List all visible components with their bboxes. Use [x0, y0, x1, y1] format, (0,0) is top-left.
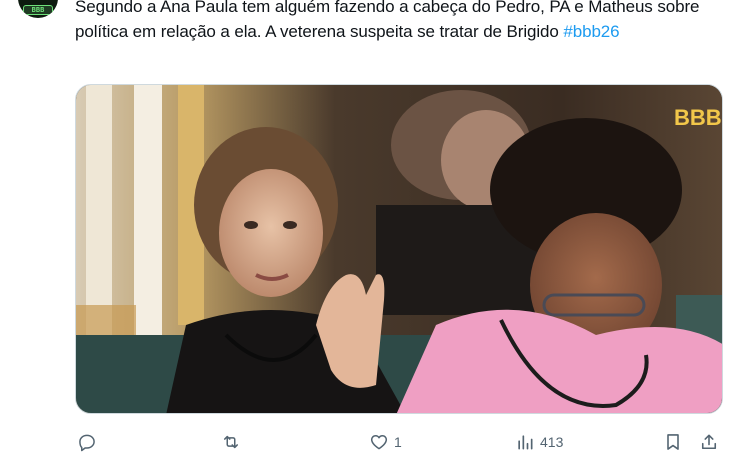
views-icon [518, 435, 533, 450]
reply-button[interactable] [77, 428, 97, 456]
retweet-button[interactable] [221, 428, 241, 456]
share-icon [701, 434, 717, 450]
avatar-logo: BBB [23, 5, 53, 15]
hashtag-link[interactable]: #bbb26 [563, 22, 619, 41]
views-button[interactable]: 413 [515, 428, 563, 456]
media-image: BBB [76, 85, 722, 413]
like-count: 1 [394, 434, 402, 450]
bookmark-button[interactable] [663, 428, 683, 456]
bookmark-icon [667, 434, 679, 450]
tweet-actions: 1 413 [75, 428, 723, 456]
bbb-watermark: BBB [674, 105, 722, 130]
tweet-text: Segundo a Ana Paula tem alguém fazendo a… [75, 0, 715, 44]
like-button[interactable]: 1 [369, 428, 402, 456]
retweet-icon [224, 435, 238, 449]
reply-icon [79, 434, 95, 452]
avatar[interactable]: BBB [18, 0, 58, 18]
tweet-media[interactable]: BBB [75, 84, 723, 414]
heart-icon [370, 435, 388, 450]
views-count: 413 [540, 434, 564, 450]
share-button[interactable] [699, 428, 719, 456]
